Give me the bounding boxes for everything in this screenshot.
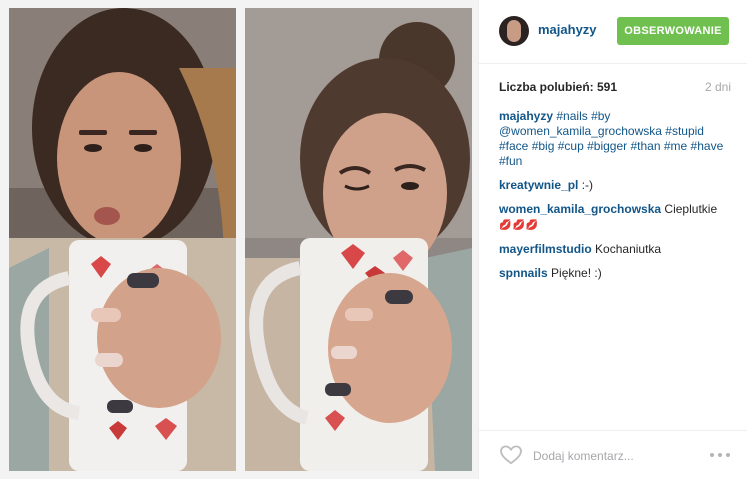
hashtag[interactable]: #fun: [499, 154, 522, 168]
hashtag[interactable]: #nails: [556, 109, 587, 123]
comment-item: spnnails Piękne! :): [499, 266, 731, 281]
follow-button[interactable]: OBSERWOWANIE: [617, 17, 729, 45]
ellipsis-icon[interactable]: [709, 447, 731, 463]
comment-text: :-): [581, 178, 594, 192]
comment-user[interactable]: kreatywnie_pl: [499, 178, 578, 192]
hashtag[interactable]: #than: [630, 139, 660, 153]
comment-user[interactable]: mayerfilmstudio: [499, 242, 592, 256]
comment-text: Cieplutkie: [664, 202, 718, 216]
comments-list: majahyzy #nails #by @women_kamila_grocho…: [499, 109, 731, 290]
comment-footer: [479, 430, 747, 480]
comment-user[interactable]: spnnails: [499, 266, 548, 280]
hashtag[interactable]: #big: [532, 139, 555, 153]
comment-user[interactable]: women_kamila_grochowska: [499, 202, 661, 216]
hashtag[interactable]: #by: [591, 109, 610, 123]
hashtag[interactable]: #bigger: [587, 139, 627, 153]
likes-count[interactable]: Liczba polubień: 591: [499, 80, 617, 94]
heart-outline-icon[interactable]: [500, 445, 522, 465]
comment-item: mayerfilmstudio Kochaniutka: [499, 242, 731, 257]
caption: majahyzy #nails #by @women_kamila_grocho…: [499, 109, 731, 169]
hashtag[interactable]: #me: [664, 139, 687, 153]
timestamp[interactable]: 2 dni: [705, 80, 731, 94]
avatar[interactable]: [499, 16, 529, 46]
likes-row: Liczba polubień: 591 2 dni: [499, 80, 731, 94]
comment-item: kreatywnie_pl :-): [499, 178, 731, 193]
post-media[interactable]: [0, 0, 478, 479]
photo-left: [9, 8, 236, 471]
hashtag[interactable]: #face: [499, 139, 528, 153]
comment-item: women_kamila_grochowska Cieplutkie 💋💋💋: [499, 202, 731, 233]
photo-right: [245, 8, 472, 471]
username-link[interactable]: majahyzy: [538, 22, 597, 37]
post-sidebar: majahyzy OBSERWOWANIE Liczba polubień: 5…: [478, 0, 747, 479]
instagram-post: majahyzy OBSERWOWANIE Liczba polubień: 5…: [0, 0, 747, 479]
lips-emoji: 💋💋💋: [499, 220, 540, 231]
comment-text: Kochaniutka: [595, 242, 662, 256]
hashtag[interactable]: #stupid: [665, 124, 704, 138]
caption-user[interactable]: majahyzy: [499, 109, 553, 123]
hashtag[interactable]: #cup: [558, 139, 584, 153]
mention[interactable]: @women_kamila_grochowska: [499, 124, 662, 138]
comment-input[interactable]: [531, 445, 695, 467]
post-header: majahyzy OBSERWOWANIE: [479, 0, 747, 64]
comment-text: Piękne! :): [551, 266, 602, 280]
hashtag[interactable]: #have: [691, 139, 724, 153]
